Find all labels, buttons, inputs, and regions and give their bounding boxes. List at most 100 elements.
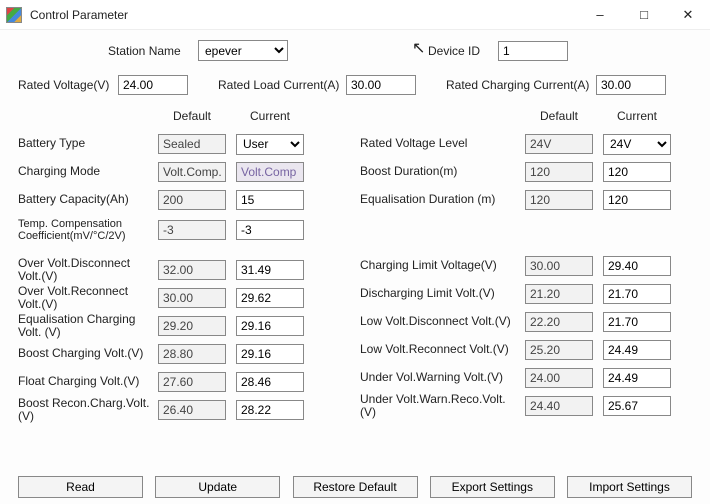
boost-duration-default: 120 [525,162,593,182]
row-discharging-limit: Discharging Limit Volt.(V) 21.20 [360,281,692,307]
row-boost-charging: Boost Charging Volt.(V) 28.80 [18,341,350,367]
battery-type-label: Battery Type [18,137,158,150]
low-disconnect-default: 22.20 [525,312,593,332]
battery-capacity-default: 200 [158,190,226,210]
row-float-charging: Float Charging Volt.(V) 27.60 [18,369,350,395]
rated-voltage-level-select[interactable]: 24V [603,134,671,155]
row-boost-recon: Boost Recon.Charg.Volt.(V) 26.40 [18,397,350,423]
row-battery-type: Battery Type Sealed User [18,131,350,157]
charging-limit-default: 30.00 [525,256,593,276]
eq-duration-input[interactable] [603,190,671,210]
boost-duration-label: Boost Duration(m) [360,165,525,178]
restore-default-button[interactable]: Restore Default [293,476,418,498]
boost-recon-label: Boost Recon.Charg.Volt.(V) [18,397,158,423]
charging-mode-current: Volt.Comp [236,162,304,182]
read-button[interactable]: Read [18,476,143,498]
device-id-input[interactable] [498,41,568,61]
button-bar: Read Update Restore Default Export Setti… [0,476,710,498]
charging-mode-label: Charging Mode [18,165,158,178]
under-warn-reco-label: Under Volt.Warn.Reco.Volt.(V) [360,393,525,419]
col-header-default: Default [158,109,226,123]
rated-voltage-label: Rated Voltage(V) [18,78,118,92]
temp-comp-default: -3 [158,220,226,240]
battery-capacity-label: Battery Capacity(Ah) [18,193,158,206]
float-charging-label: Float Charging Volt.(V) [18,375,158,388]
temp-comp-input[interactable] [236,220,304,240]
window-title: Control Parameter [30,8,578,22]
row-battery-capacity: Battery Capacity(Ah) 200 [18,187,350,213]
temp-comp-label: Temp. Compensation Coefficient(mV/°C/2V) [18,218,158,242]
col-header-current-r: Current [603,109,671,123]
row-low-reconnect: Low Volt.Reconnect Volt.(V) 25.20 [360,337,692,363]
eq-duration-label: Equalisation Duration (m) [360,193,525,206]
row-ov-disconnect: Over Volt.Disconnect Volt.(V) 32.00 [18,257,350,283]
rated-load-current-input[interactable] [346,75,416,95]
minimize-button[interactable]: – [578,1,622,29]
titlebar: Control Parameter – □ ✕ [0,0,710,30]
low-disconnect-input[interactable] [603,312,671,332]
row-boost-duration: Boost Duration(m) 120 [360,159,692,185]
close-button[interactable]: ✕ [666,1,710,29]
under-warn-reco-input[interactable] [603,396,671,416]
row-rated-voltage-level: Rated Voltage Level 24V 24V [360,131,692,157]
under-warning-default: 24.00 [525,368,593,388]
discharging-limit-default: 21.20 [525,284,593,304]
under-warning-label: Under Vol.Warning Volt.(V) [360,371,525,384]
float-charging-default: 27.60 [158,372,226,392]
boost-charging-label: Boost Charging Volt.(V) [18,347,158,360]
under-warn-reco-default: 24.40 [525,396,593,416]
row-low-disconnect: Low Volt.Disconnect Volt.(V) 22.20 [360,309,692,335]
row-under-warning: Under Vol.Warning Volt.(V) 24.00 [360,365,692,391]
station-name-select[interactable]: epever [198,40,288,61]
battery-type-default: Sealed [158,134,226,154]
rated-charging-current-label: Rated Charging Current(A) [446,78,596,92]
boost-duration-input[interactable] [603,162,671,182]
row-eq-charging: Equalisation Charging Volt. (V) 29.20 [18,313,350,339]
boost-charging-input[interactable] [236,344,304,364]
low-reconnect-input[interactable] [603,340,671,360]
charging-mode-default: Volt.Comp. [158,162,226,182]
station-name-label: Station Name [108,44,198,58]
discharging-limit-input[interactable] [603,284,671,304]
row-charging-limit: Charging Limit Voltage(V) 30.00 [360,253,692,279]
battery-type-select[interactable]: User [236,134,304,155]
rated-voltage-level-default: 24V [525,134,593,154]
app-icon [6,7,22,23]
ov-disconnect-input[interactable] [236,260,304,280]
rated-voltage-level-label: Rated Voltage Level [360,137,525,150]
col-header-current: Current [236,109,304,123]
eq-charging-input[interactable] [236,316,304,336]
rated-charging-current-input[interactable] [596,75,666,95]
row-charging-mode: Charging Mode Volt.Comp. Volt.Comp [18,159,350,185]
low-reconnect-label: Low Volt.Reconnect Volt.(V) [360,343,525,356]
import-settings-button[interactable]: Import Settings [567,476,692,498]
discharging-limit-label: Discharging Limit Volt.(V) [360,287,525,300]
boost-recon-default: 26.40 [158,400,226,420]
rated-voltage-input[interactable] [118,75,188,95]
eq-charging-default: 29.20 [158,316,226,336]
row-under-warn-reco: Under Volt.Warn.Reco.Volt.(V) 24.40 [360,393,692,419]
row-eq-duration: Equalisation Duration (m) 120 [360,187,692,213]
low-reconnect-default: 25.20 [525,340,593,360]
boost-recon-input[interactable] [236,400,304,420]
row-temp-comp: Temp. Compensation Coefficient(mV/°C/2V)… [18,215,350,245]
ov-reconnect-input[interactable] [236,288,304,308]
low-disconnect-label: Low Volt.Disconnect Volt.(V) [360,315,525,328]
update-button[interactable]: Update [155,476,280,498]
boost-charging-default: 28.80 [158,344,226,364]
under-warning-input[interactable] [603,368,671,388]
ov-reconnect-label: Over Volt.Reconnect Volt.(V) [18,285,158,311]
export-settings-button[interactable]: Export Settings [430,476,555,498]
ov-disconnect-label: Over Volt.Disconnect Volt.(V) [18,257,158,283]
device-id-label: Device ID [428,44,498,58]
charging-limit-input[interactable] [603,256,671,276]
float-charging-input[interactable] [236,372,304,392]
battery-capacity-input[interactable] [236,190,304,210]
maximize-button[interactable]: □ [622,1,666,29]
eq-charging-label: Equalisation Charging Volt. (V) [18,313,158,339]
charging-limit-label: Charging Limit Voltage(V) [360,259,525,272]
ov-reconnect-default: 30.00 [158,288,226,308]
rated-load-current-label: Rated Load Current(A) [218,78,346,92]
col-header-default-r: Default [525,109,593,123]
eq-duration-default: 120 [525,190,593,210]
